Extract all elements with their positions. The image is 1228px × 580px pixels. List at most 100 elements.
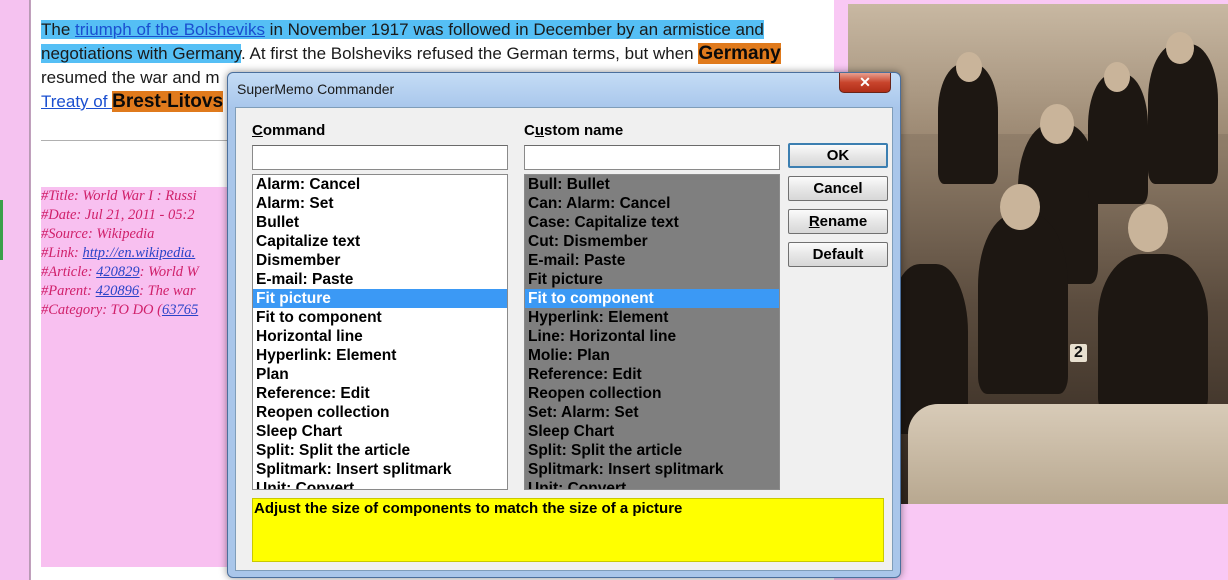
reference-source: #Source: Wikipedia [41,226,155,242]
reference-link-row: #Link: http://en.wikipedia. [41,244,241,263]
window-left-border [0,0,30,580]
article-text-run: resumed the war and m [41,68,220,87]
list-item[interactable]: Bull: Bullet [525,175,779,194]
left-accent-bar [0,200,3,260]
custom-name-list[interactable]: Bull: Bullet Can: Alarm: Cancel Case: Capi… [524,174,780,490]
photo-number-badge: 2 [1070,344,1087,362]
treaty-link[interactable]: Treaty of [41,92,112,111]
custom-label-rest: stom name [544,122,624,139]
reference-parent-link[interactable]: 420896 [96,283,140,299]
reference-article-link[interactable]: 420829 [96,264,140,280]
list-item[interactable]: Horizontal line [253,327,507,346]
reference-category-label: #Category: TO DO ( [41,302,162,318]
rename-accel: R [808,213,820,230]
dialog-title-bar[interactable]: SuperMemo Commander ✕ [228,73,900,107]
custom-name-input[interactable] [524,145,780,170]
photo-face [1040,104,1074,144]
list-item[interactable]: Hyperlink: Element [253,346,507,365]
command-label-rest: ommand [262,122,326,139]
list-item[interactable]: Plan [253,365,507,384]
list-item[interactable]: Fit picture [525,270,779,289]
article-text-run: in November 1917 was followed in Decembe… [264,20,764,39]
list-item[interactable]: Splitmark: Insert splitmark [253,460,507,479]
list-item[interactable]: E-mail: Paste [525,251,779,270]
list-item[interactable]: Sleep Chart [253,422,507,441]
list-item[interactable]: Split: Split the article [253,441,507,460]
photo-face [1104,62,1130,92]
cancel-button[interactable]: Cancel [788,176,888,201]
photo-face [1166,32,1194,64]
list-item[interactable]: Reference: Edit [525,365,779,384]
list-item[interactable]: Fit to component [253,308,507,327]
germany-highlight: Germany [698,43,781,64]
default-button[interactable]: Default [788,242,888,267]
list-item[interactable]: Line: Horizontal line [525,327,779,346]
command-label: Command [252,122,325,139]
photo-figure [978,214,1068,394]
dialog-title: SuperMemo Commander [237,81,395,97]
article-text-run: . At first the Bolsheviks refused the Ge… [241,44,699,63]
list-item[interactable]: Fit to component [525,289,779,308]
photo-face [1000,184,1040,230]
photo-table [908,404,1228,504]
list-item[interactable]: Set: Alarm: Set [525,403,779,422]
list-item[interactable]: Case: Capitalize text [525,213,779,232]
list-item[interactable]: Split: Split the article [525,441,779,460]
close-button[interactable]: ✕ [839,73,891,93]
reference-article-label: #Article: [41,264,97,280]
command-input[interactable] [252,145,508,170]
commander-dialog: SuperMemo Commander ✕ Command Custom nam… [227,72,901,578]
list-item[interactable]: Dismember [253,251,507,270]
rename-rest: ename [819,213,868,230]
list-item[interactable]: E-mail: Paste [253,270,507,289]
dialog-client: Command Custom name Alarm: Cancel Alarm: … [235,107,893,571]
reference-parent-row: #Parent: 420896: The war [41,282,241,301]
reference-block[interactable]: #Title: World War I : Russi #Date: Jul 2… [41,187,241,567]
photo-face [956,52,982,82]
rename-button[interactable]: Rename [788,209,888,234]
reference-link-label: #Link: [41,245,83,261]
list-item[interactable]: Sleep Chart [525,422,779,441]
photo-figure [1148,44,1218,184]
command-description: Adjust the size of components to match t… [252,498,884,562]
list-item[interactable]: Reference: Edit [253,384,507,403]
ok-button[interactable]: OK [788,143,888,168]
list-item[interactable]: Alarm: Set [253,194,507,213]
reference-parent-label: #Parent: [41,283,96,299]
article-text-run: The [41,20,76,39]
reference-link[interactable]: http://en.wikipedia. [82,245,195,261]
photo-figure [1088,74,1148,204]
list-item[interactable]: Hyperlink: Element [525,308,779,327]
reference-category-row: #Category: TO DO (63765 [41,301,241,320]
reference-article-rest: : World W [139,264,199,280]
list-item[interactable]: Molie: Plan [525,346,779,365]
custom-name-label: Custom name [524,122,623,139]
list-item[interactable]: Unit: Convert [525,479,779,489]
list-item[interactable]: Bullet [253,213,507,232]
article-line-1: The triumph of the Bolsheviks in Novembe… [41,18,831,42]
reference-category-link[interactable]: 63765 [162,302,198,318]
list-item[interactable]: Reopen collection [525,384,779,403]
command-label-accel: C [252,122,263,139]
photo-figure [938,64,998,184]
list-item[interactable]: Splitmark: Insert splitmark [525,460,779,479]
list-item[interactable]: Unit: Convert [253,479,507,489]
list-item[interactable]: Cut: Dismember [525,232,779,251]
brest-litovsk-highlight: Brest-Litovs [112,91,224,112]
list-item[interactable]: Reopen collection [253,403,507,422]
reference-date: #Date: Jul 21, 2011 - 05:2 [41,207,195,223]
bolsheviks-link[interactable]: triumph of the Bolsheviks [75,20,265,39]
reference-article-row: #Article: 420829: World W [41,263,241,282]
historical-photo: 2 [848,4,1228,504]
list-item[interactable]: Fit picture [253,289,507,308]
list-item[interactable]: Capitalize text [253,232,507,251]
custom-label-accel: u [534,122,545,139]
list-item[interactable]: Can: Alarm: Cancel [525,194,779,213]
article-highlight: negotiations with Germany [41,44,242,63]
list-item[interactable]: Alarm: Cancel [253,175,507,194]
command-list[interactable]: Alarm: Cancel Alarm: Set Bullet Capitalize … [252,174,508,490]
article-highlight: The triumph of the Bolsheviks in Novembe… [41,20,764,39]
photo-face [1128,204,1168,252]
article-line-2: negotiations with Germany. At first the … [41,42,831,66]
reference-parent-rest: : The war [139,283,196,299]
